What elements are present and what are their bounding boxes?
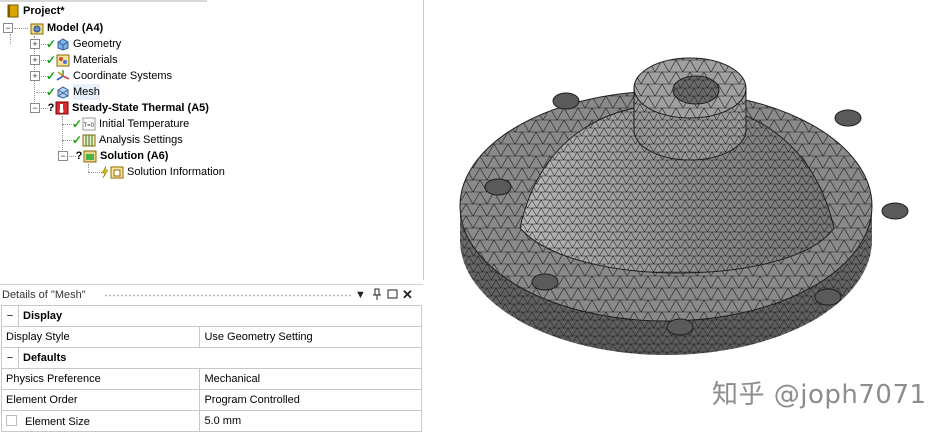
tree-item-materials[interactable]: ✓ Materials [46,52,118,68]
collapse-model-toggle[interactable]: − [3,23,13,33]
tree-item-coordinate-systems[interactable]: ✓ Coordinate Systems [46,68,172,84]
bolt-hole [814,288,842,306]
property-value[interactable]: Program Controlled [199,389,422,411]
maximize-icon[interactable] [387,285,398,305]
watermark-text: 知乎 @joph7071 [712,380,927,410]
tree-item-mesh[interactable]: ✓ Mesh [46,84,100,100]
meshed-flange-model[interactable] [424,0,947,433]
tree-label-geometry: Geometry [73,38,122,50]
section-row-defaults[interactable]: − Defaults [1,347,422,369]
initial-temperature-icon: T=0 [82,117,96,131]
tree-item-geometry[interactable]: ✓ Geometry [46,36,121,52]
dropdown-arrow-icon[interactable]: ▼ [355,285,366,305]
solution-icon [83,149,97,163]
tree-connector [88,164,89,172]
project-book-icon [6,4,20,18]
collapse-analysis-toggle[interactable]: − [30,103,40,113]
check-icon: ✓ [46,37,57,51]
bolt-hole [552,92,580,110]
tree-connector [62,116,63,156]
materials-icon [56,53,70,67]
close-icon[interactable]: ✕ [402,285,413,305]
tree-top-border [0,0,207,2]
tree-label-mesh: Mesh [73,84,100,100]
graphics-viewport[interactable] [424,0,947,433]
tree-connector [14,28,28,29]
coordinate-systems-icon [56,69,70,83]
property-label: Physics Preference [0,368,201,390]
question-mark-icon: ? [75,150,83,162]
tree-label-analysis-settings: Analysis Settings [99,134,183,146]
tree-item-solution[interactable]: ? Solution (A6) [75,148,168,164]
details-grid: − Display Display Style Use Geometry Set… [0,305,422,432]
property-value[interactable]: Mechanical [199,368,422,390]
tree-item-steady-state-thermal[interactable]: ? Steady-State Thermal (A5) [47,100,209,116]
tree-label-model: Model (A4) [47,22,104,34]
mesh-icon [56,85,70,99]
tree-label-initial-temperature: Initial Temperature [99,118,190,130]
property-row[interactable]: Display Style Use Geometry Setting [0,326,422,348]
property-label-cell: Element Size [0,410,201,432]
expand-materials-toggle[interactable]: + [30,55,40,65]
expand-coordinate-systems-toggle[interactable]: + [30,71,40,81]
details-title-bar: Details of "Mesh" ▼ ✕ [0,285,423,305]
tree-item-analysis-settings[interactable]: ✓ Analysis Settings [72,132,183,148]
model-icon [30,21,44,35]
tree-label-project: Project* [23,5,65,17]
left-panel: Project* − Model (A4) + ✓ Geometry + ✓ M… [0,0,424,434]
tree-label-coordinate-systems: Coordinate Systems [73,70,173,82]
lightning-icon [100,165,110,179]
details-panel: Details of "Mesh" ▼ ✕ − Display Display … [0,284,423,434]
tree-item-project[interactable]: Project* [6,3,65,19]
property-row[interactable]: Element Order Program Controlled [0,389,422,411]
section-collapse-defaults[interactable]: − [1,347,19,369]
geometry-icon [56,37,70,51]
outline-tree: Project* − Model (A4) + ✓ Geometry + ✓ M… [0,0,424,280]
solution-information-icon [110,165,124,179]
tree-item-solution-information[interactable]: Solution Information [100,164,225,180]
tree-connector [10,34,11,44]
tree-label-solution-information: Solution Information [127,166,225,178]
bolt-hole [881,202,909,220]
section-row-display[interactable]: − Display [1,305,422,327]
boss-bore-mesh [673,76,719,104]
tree-item-model[interactable]: Model (A4) [30,20,103,36]
title-grip [104,294,353,297]
thermal-analysis-icon [55,101,69,115]
section-title-defaults: Defaults [18,347,422,369]
initial-temp-icon-text: T=0 [84,123,95,129]
bolt-hole [484,178,512,196]
details-title: Details of "Mesh" [2,289,86,301]
property-label: Element Size [25,415,90,428]
tree-item-initial-temperature[interactable]: ✓ T=0 Initial Temperature [72,116,189,132]
tree-label-steady-state-thermal: Steady-State Thermal (A5) [72,102,209,114]
tree-label-materials: Materials [73,54,118,66]
check-icon: ✓ [72,133,83,147]
bolt-hole [666,318,694,336]
expand-geometry-toggle[interactable]: + [30,39,40,49]
property-row[interactable]: Element Size 5.0 mm [0,410,422,432]
check-icon: ✓ [46,69,57,83]
property-label: Display Style [0,326,201,348]
tree-label-solution: Solution (A6) [100,150,169,162]
check-icon: ✓ [72,117,83,131]
bolt-hole [531,273,559,291]
collapse-solution-toggle[interactable]: − [58,151,68,161]
section-collapse-display[interactable]: − [1,305,19,327]
property-value[interactable]: 5.0 mm [199,410,422,432]
analysis-settings-icon [82,133,96,147]
section-title-display: Display [18,305,422,327]
property-label: Element Order [0,389,201,411]
check-icon: ✓ [46,85,57,99]
pin-icon[interactable] [372,285,382,305]
parameter-checkbox[interactable] [6,414,17,426]
property-row[interactable]: Physics Preference Mechanical [0,368,422,390]
check-icon: ✓ [46,53,57,67]
question-mark-icon: ? [47,102,55,114]
property-value[interactable]: Use Geometry Setting [199,326,422,348]
bolt-hole [834,109,862,127]
